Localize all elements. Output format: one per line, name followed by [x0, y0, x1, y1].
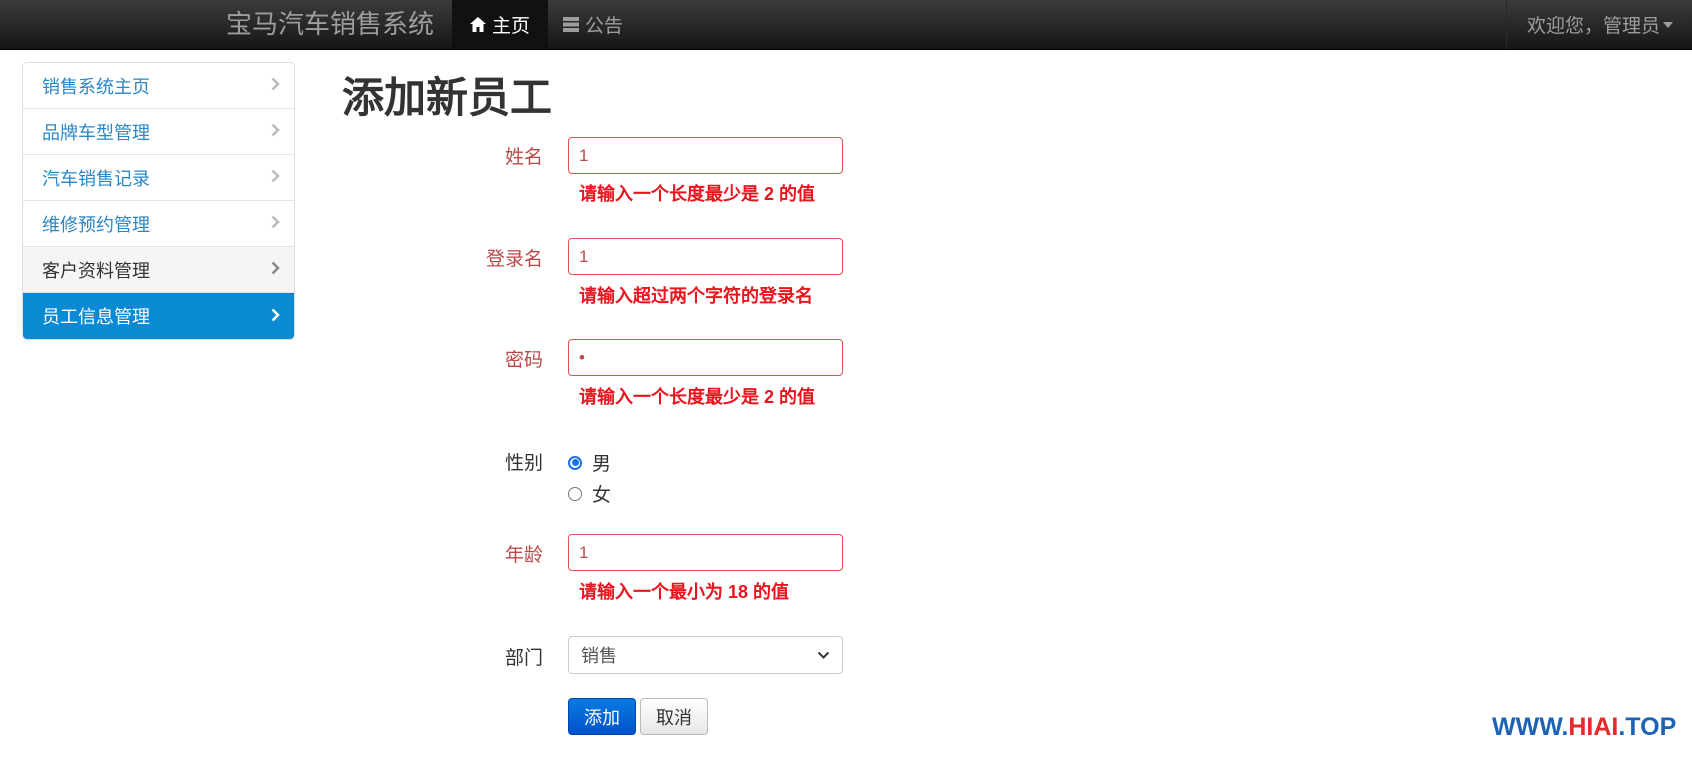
- login-label: 登录名: [485, 249, 543, 270]
- sidebar-item-repair-booking[interactable]: 维修预约管理: [23, 201, 294, 247]
- chevron-right-icon: [271, 259, 280, 280]
- list-icon: [563, 17, 579, 32]
- top-navbar: 宝马汽车销售系统 主页 公告 欢迎您，管理员: [0, 0, 1692, 50]
- sidebar-item-label: 客户资料管理: [42, 260, 150, 281]
- page-title: 添加新员工: [342, 74, 553, 121]
- gender-female-label: 女: [592, 485, 612, 506]
- age-error: 请输入一个最小为 18 的值: [579, 582, 790, 602]
- nav-home[interactable]: 主页: [452, 0, 548, 49]
- chevron-right-icon: [271, 121, 280, 142]
- sidebar-item-label: 销售系统主页: [42, 76, 150, 97]
- password-input[interactable]: •: [568, 339, 843, 376]
- name-input[interactable]: 1: [568, 137, 843, 174]
- login-input[interactable]: 1: [568, 238, 843, 275]
- add-button[interactable]: 添加: [568, 698, 636, 735]
- login-error: 请输入超过两个字符的登录名: [579, 286, 813, 306]
- sidebar-item-customers[interactable]: 客户资料管理: [23, 247, 294, 293]
- password-label: 密码: [504, 350, 543, 371]
- sidebar-item-label: 维修预约管理: [42, 214, 150, 235]
- department-selected: 销售: [581, 646, 617, 666]
- watermark-part1: WWW.: [1492, 713, 1569, 741]
- password-input-value: •: [579, 347, 585, 367]
- cancel-button[interactable]: 取消: [640, 698, 708, 735]
- home-icon: [469, 17, 486, 32]
- gender-radio-female[interactable]: 女: [568, 480, 611, 507]
- sidebar-item-label: 汽车销售记录: [42, 168, 150, 189]
- watermark-part3: .TOP: [1618, 713, 1677, 741]
- radio-unchecked-icon[interactable]: [568, 486, 582, 501]
- nav-home-label: 主页: [491, 16, 530, 37]
- department-select[interactable]: 销售: [568, 636, 843, 674]
- sidebar-item-brand-models[interactable]: 品牌车型管理: [23, 109, 294, 155]
- radio-checked-icon[interactable]: [568, 455, 582, 470]
- watermark-part2: HIAI: [1568, 713, 1619, 741]
- chevron-right-icon: [271, 75, 280, 96]
- age-label: 年龄: [504, 545, 543, 566]
- password-error: 请输入一个长度最少是 2 的值: [579, 387, 816, 407]
- sidebar-item-label: 员工信息管理: [42, 307, 150, 327]
- nav-notice-label: 公告: [585, 16, 624, 37]
- user-welcome: 欢迎您，管理员: [1526, 16, 1660, 37]
- name-error: 请输入一个长度最少是 2 的值: [579, 184, 816, 204]
- chevron-right-icon: [271, 213, 280, 234]
- nav-notice[interactable]: 公告: [563, 0, 623, 49]
- sidebar-item-label: 品牌车型管理: [42, 122, 150, 143]
- brand-title[interactable]: 宝马汽车销售系统: [226, 8, 434, 40]
- gender-radio-male[interactable]: 男: [568, 449, 611, 476]
- watermark: WWW.HIAI.TOP: [1492, 712, 1676, 742]
- gender-male-label: 男: [592, 454, 612, 475]
- gender-label: 性别: [504, 453, 543, 474]
- name-label: 姓名: [504, 147, 543, 168]
- department-label: 部门: [504, 648, 543, 669]
- age-input[interactable]: 1: [568, 534, 843, 571]
- age-input-value: 1: [579, 542, 589, 562]
- user-menu[interactable]: 欢迎您，管理员: [1506, 0, 1692, 49]
- sidebar-item-sales-records[interactable]: 汽车销售记录: [23, 155, 294, 201]
- chevron-down-icon: [817, 651, 830, 659]
- chevron-right-icon: [271, 306, 280, 327]
- sidebar-item-employees[interactable]: 员工信息管理: [23, 293, 294, 339]
- sidebar: 销售系统主页 品牌车型管理 汽车销售记录 维修预约管理 客户资料管理 员工信息管…: [22, 62, 295, 340]
- name-input-value: 1: [579, 145, 589, 165]
- login-input-value: 1: [579, 246, 589, 266]
- sidebar-item-sales-home[interactable]: 销售系统主页: [23, 63, 294, 109]
- caret-down-icon: [1663, 21, 1673, 28]
- chevron-right-icon: [271, 167, 280, 188]
